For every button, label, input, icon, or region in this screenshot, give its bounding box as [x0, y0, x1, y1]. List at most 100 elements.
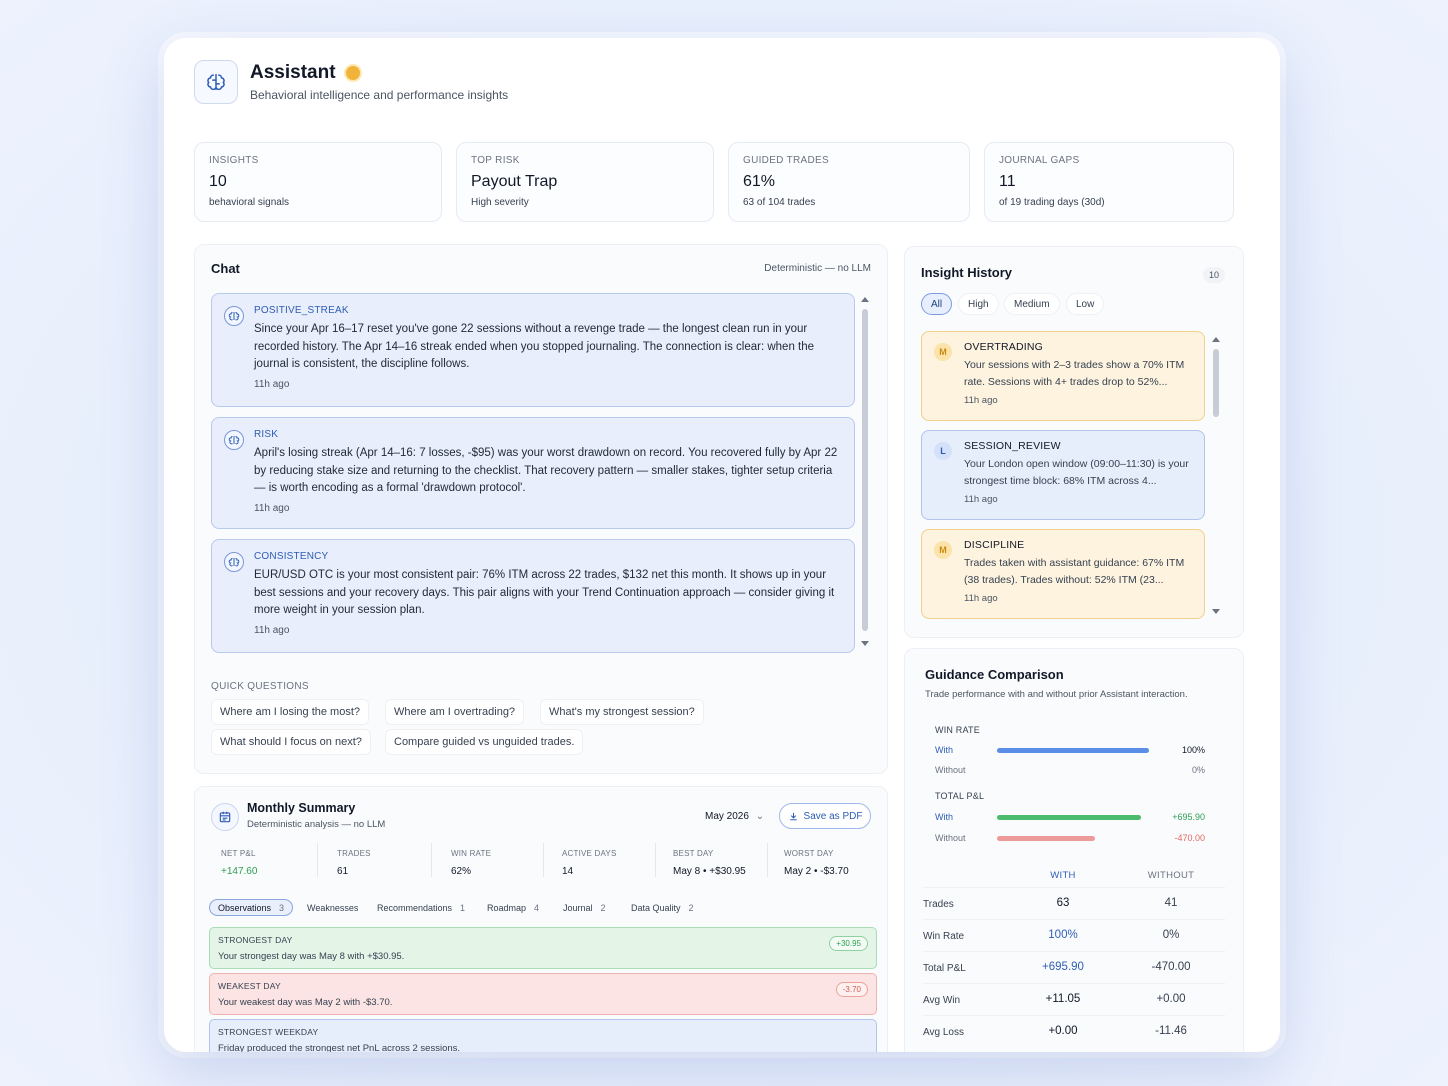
insight-history-panel: Insight History 10 All High Medium Low M… — [904, 246, 1244, 638]
history-item[interactable]: M OVERTRADING Your sessions with 2–3 tra… — [921, 331, 1205, 421]
tab-count: 4 — [534, 902, 540, 913]
monthly-stat: BEST DAY May 8 • +$30.95 — [673, 849, 746, 889]
stat-sub: of 19 trading days (30d) — [999, 197, 1105, 208]
guidance-title: Guidance Comparison — [925, 667, 1064, 682]
quick-question-button[interactable]: What's my strongest session? — [540, 699, 704, 725]
quick-question-button[interactable]: What should I focus on next? — [211, 729, 371, 755]
scroll-up-arrow[interactable] — [1212, 337, 1220, 342]
scroll-down-arrow[interactable] — [1212, 609, 1220, 614]
message-time: 11h ago — [254, 502, 290, 514]
tab-journal[interactable]: Journal 2 — [563, 899, 606, 916]
observation-body: Your strongest day was May 8 with +$30.9… — [218, 951, 405, 962]
history-item-body: Trades taken with assistant guidance: 67… — [964, 557, 1185, 586]
row-with: 100% — [1048, 929, 1078, 941]
history-item-body: Your London open window (09:00–11:30) is… — [964, 458, 1189, 487]
stat-card-guided-trades: GUIDED TRADES 61% 63 of 104 trades — [728, 142, 970, 222]
divider — [923, 919, 1225, 920]
stat-label: TOP RISK — [471, 155, 520, 166]
stat-label: TRADES — [337, 849, 371, 858]
chat-message: POSITIVE_STREAK Since your Apr 16–17 res… — [211, 293, 855, 407]
row-without: 41 — [1164, 897, 1178, 909]
filter-medium[interactable]: Medium — [1004, 293, 1060, 315]
filter-high[interactable]: High — [958, 293, 999, 315]
row-label: Win Rate — [923, 931, 965, 942]
tab-data-quality[interactable]: Data Quality 2 — [631, 899, 694, 916]
tab-recommendations[interactable]: Recommendations 1 — [377, 899, 465, 916]
observation-strongest-day: STRONGEST DAY Your strongest day was May… — [209, 927, 877, 969]
tab-observations[interactable]: Observations 3 — [209, 899, 294, 916]
tab-count: 2 — [688, 902, 694, 913]
history-item[interactable]: L SESSION_REVIEW Your London open window… — [921, 430, 1205, 520]
divider — [317, 843, 318, 877]
history-item-time: 11h ago — [964, 395, 998, 406]
win-rate-with-value: 100% — [1181, 745, 1205, 755]
message-type: CONSISTENCY — [254, 551, 329, 562]
row-label: Avg Win — [923, 995, 961, 1006]
tab-label: Weaknesses — [307, 902, 359, 913]
tab-roadmap[interactable]: Roadmap 4 — [487, 899, 539, 916]
status-dot — [345, 66, 360, 80]
win-rate-with-track — [997, 748, 1149, 753]
win-rate-without-value: 0% — [1191, 765, 1205, 775]
row-with: +695.90 — [1042, 961, 1084, 973]
row-without: 0% — [1162, 929, 1180, 941]
guidance-subtitle: Trade performance with and without prior… — [925, 689, 1188, 700]
divider — [923, 983, 1225, 984]
scroll-down-arrow[interactable] — [861, 641, 869, 646]
month-select[interactable]: May 2026 ⌄ — [705, 811, 764, 822]
observation-body: Your weakest day was May 2 with -$3.70. — [218, 997, 393, 1008]
observation-title: WEAKEST DAY — [218, 981, 281, 991]
history-item[interactable]: M DISCIPLINE Trades taken with assistant… — [921, 529, 1205, 619]
message-body: April's losing streak (Apr 14–16: 7 loss… — [254, 447, 838, 494]
pnl-without-value: -470.00 — [1174, 833, 1205, 843]
pnl-with-bar — [997, 815, 1141, 820]
stat-value: 10 — [209, 173, 227, 190]
history-item-title: SESSION_REVIEW — [964, 440, 1061, 452]
tab-label: Recommendations — [377, 902, 453, 913]
tab-weaknesses[interactable]: Weaknesses — [307, 899, 358, 916]
save-pdf-button[interactable]: Save as PDF — [779, 803, 871, 829]
quick-question-button[interactable]: Compare guided vs unguided trades. — [385, 729, 584, 755]
filter-low[interactable]: Low — [1066, 293, 1105, 315]
stat-label: BEST DAY — [673, 849, 714, 858]
history-count-badge: 10 — [1203, 267, 1225, 283]
observation-body: Friday produced the strongest net PnL ac… — [218, 1043, 461, 1052]
win-rate-with-bar — [997, 748, 1149, 753]
history-title: Insight History — [921, 265, 1013, 280]
divider — [543, 843, 544, 877]
monthly-stat: TRADES 61 — [337, 849, 371, 889]
quick-question-button[interactable]: Where am I losing the most? — [211, 699, 370, 725]
divider — [923, 1015, 1225, 1016]
chat-mode: Deterministic — no LLM — [764, 263, 871, 274]
row-label: Trades — [923, 899, 954, 910]
observation-weakest-day: WEAKEST DAY Your weakest day was May 2 w… — [209, 973, 877, 1015]
message-type: POSITIVE_STREAK — [254, 305, 349, 316]
stat-label: ACTIVE DAYS — [562, 849, 617, 858]
brain-icon — [224, 306, 244, 326]
chat-panel: Chat Deterministic — no LLM POSITIVE_STR… — [194, 244, 888, 774]
history-item-time: 11h ago — [964, 593, 998, 604]
brain-icon — [194, 60, 238, 104]
divider — [655, 843, 656, 877]
history-scrollbar[interactable] — [1213, 349, 1219, 417]
scroll-up-arrow[interactable] — [861, 297, 869, 302]
brain-icon — [224, 430, 244, 450]
with-label: With — [935, 745, 953, 755]
chat-scrollbar[interactable] — [862, 309, 868, 631]
stat-card-journal-gaps: JOURNAL GAPS 11 of 19 trading days (30d) — [984, 142, 1234, 222]
page-header: Assistant Behavioral intelligence and pe… — [194, 60, 508, 104]
stat-label: JOURNAL GAPS — [999, 155, 1080, 166]
monthly-subtitle: Deterministic analysis — no LLM — [247, 819, 386, 830]
row-without: +0.00 — [1156, 993, 1186, 1005]
quick-question-button[interactable]: Where am I overtrading? — [385, 699, 525, 725]
history-item-time: 11h ago — [964, 494, 998, 505]
tab-label: Data Quality — [631, 902, 681, 913]
stat-sub: 63 of 104 trades — [743, 197, 816, 208]
stat-value: 62% — [451, 866, 472, 877]
filter-all[interactable]: All — [921, 293, 953, 315]
divider — [923, 887, 1225, 888]
stat-value: 61% — [743, 173, 776, 190]
message-body: Since your Apr 16–17 reset you've gone 2… — [254, 323, 815, 370]
history-item-title: DISCIPLINE — [964, 539, 1025, 551]
observation-badge: +30.95 — [829, 936, 868, 951]
